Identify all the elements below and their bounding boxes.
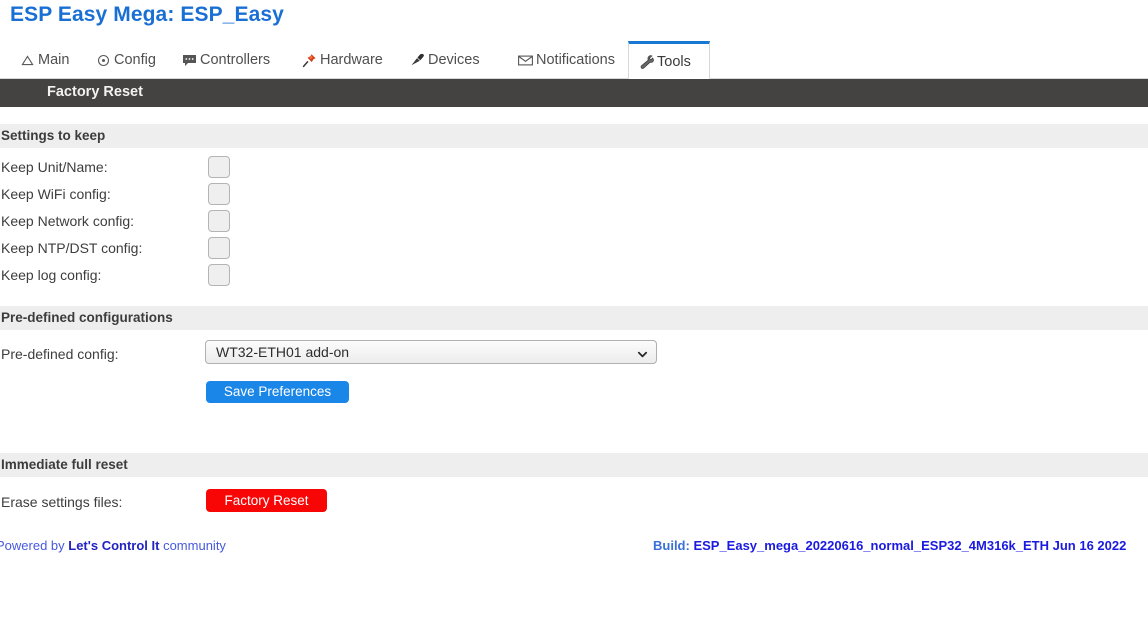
section-header-immediate-full-reset: Immediate full reset xyxy=(0,453,1148,477)
tab-tools[interactable]: Tools xyxy=(628,41,710,80)
predefined-config-select[interactable]: WT32-ETH01 add-on xyxy=(205,340,657,364)
predefined-config-selected-value: WT32-ETH01 add-on xyxy=(216,344,350,360)
tab-config[interactable]: Config xyxy=(86,41,166,79)
save-preferences-button[interactable]: Save Preferences xyxy=(206,381,349,403)
checkbox-keep-network-config[interactable] xyxy=(208,210,230,232)
footer-brand-link[interactable]: Let's Control It xyxy=(68,538,159,553)
section-title-predefined-configurations: Pre-defined configurations xyxy=(1,310,173,325)
label-keep-wifi-config: Keep WiFi config: xyxy=(1,186,111,202)
checkbox-keep-ntp-dst-config[interactable] xyxy=(208,237,230,259)
section-header-predefined-configurations: Pre-defined configurations xyxy=(0,306,1148,330)
label-keep-ntp-dst-config: Keep NTP/DST config: xyxy=(1,240,143,256)
chevron-down-icon xyxy=(637,347,648,358)
footer-build-info: Build: ESP_Easy_mega_20220616_normal_ESP… xyxy=(653,538,1126,553)
pushpin-icon xyxy=(301,53,318,68)
page-subheader: Factory Reset xyxy=(0,79,1148,107)
checkbox-keep-log-config[interactable] xyxy=(208,264,230,286)
section-header-settings-to-keep: Settings to keep xyxy=(0,124,1148,148)
tab-devices-label: Devices xyxy=(428,52,480,68)
tab-tools-label: Tools xyxy=(657,54,691,70)
label-keep-log-config: Keep log config: xyxy=(1,267,102,283)
envelope-icon xyxy=(517,53,534,68)
footer-build-label: Build: xyxy=(653,538,694,553)
tab-notifications[interactable]: Notifications xyxy=(508,41,618,79)
tab-notifications-label: Notifications xyxy=(536,52,615,68)
factory-reset-button[interactable]: Factory Reset xyxy=(206,489,327,512)
label-predefined-config: Pre-defined config: xyxy=(1,346,119,362)
label-keep-unit-name: Keep Unit/Name: xyxy=(1,159,108,175)
tab-main[interactable]: Main xyxy=(10,41,82,79)
checkbox-keep-wifi-config[interactable] xyxy=(208,183,230,205)
tab-controllers-label: Controllers xyxy=(200,52,271,68)
subheader-title: Factory Reset xyxy=(47,84,143,100)
gear-icon xyxy=(95,53,112,68)
tab-hardware[interactable]: Hardware xyxy=(292,41,390,79)
wrench-icon xyxy=(638,54,655,70)
tab-hardware-label: Hardware xyxy=(320,52,383,68)
tab-controllers[interactable]: Controllers xyxy=(172,41,280,79)
tab-devices[interactable]: Devices xyxy=(400,41,486,79)
speech-bubble-icon xyxy=(181,53,198,68)
footer-powered-prefix: Powered by xyxy=(0,538,69,553)
page-title: ESP Easy Mega: ESP_Easy xyxy=(10,3,284,26)
page-root: ESP Easy Mega: ESP_Easy Main Config Cont… xyxy=(0,0,1148,631)
footer-powered-by: Powered by Let's Control It community xyxy=(0,538,226,553)
label-keep-network-config: Keep Network config: xyxy=(1,213,135,229)
section-title-settings-to-keep: Settings to keep xyxy=(1,128,106,143)
main-tab-bar: Main Config Controllers Hardware Devices xyxy=(0,41,1148,80)
plug-icon xyxy=(409,53,426,68)
section-title-immediate-full-reset: Immediate full reset xyxy=(1,457,128,472)
tab-config-label: Config xyxy=(114,52,156,68)
footer-build-value: ESP_Easy_mega_20220616_normal_ESP32_4M31… xyxy=(693,538,1127,553)
checkbox-keep-unit-name[interactable] xyxy=(208,156,230,178)
home-icon xyxy=(19,53,36,68)
footer-powered-suffix: community xyxy=(159,538,226,553)
tab-main-label: Main xyxy=(38,52,70,68)
label-erase-settings-files: Erase settings files: xyxy=(1,494,123,510)
